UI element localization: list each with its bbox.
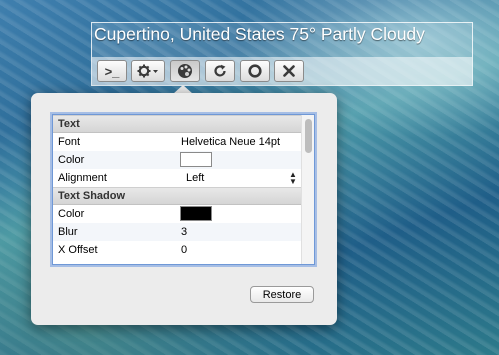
restore-button[interactable]: Restore [250,286,314,303]
terminal-button[interactable]: >_ [97,60,127,82]
section-header-text: Text [53,115,301,133]
close-button[interactable] [274,60,304,82]
geeklet-frame[interactable]: Cupertino, United States 75° Partly Clou… [91,22,473,86]
property-row-shadow-color[interactable]: Color [53,205,301,223]
property-label: Font [58,136,81,148]
x-offset-value[interactable]: 0 [181,244,187,256]
property-label: Alignment [58,172,107,184]
scrollbar-thumb[interactable] [305,119,312,153]
refresh-button[interactable] [205,60,235,82]
appearance-button[interactable] [170,60,200,82]
refresh-icon [213,64,227,78]
close-icon [283,65,295,77]
shadow-color-swatch[interactable] [180,206,212,221]
geeklet-output-text: Cupertino, United States 75° Partly Clou… [94,24,425,44]
property-row-x-offset[interactable]: X Offset 0 [53,241,301,259]
alignment-select[interactable]: Left [186,172,204,184]
settings-button[interactable] [131,60,165,82]
property-inspector[interactable]: Text Font Helvetica Neue 14pt Color Alig… [52,114,315,265]
select-arrows-icon: ▲ ▼ [289,170,297,186]
font-value[interactable]: Helvetica Neue 14pt [181,136,280,148]
property-row-alignment[interactable]: Alignment Left ▲ ▼ [53,169,301,187]
property-label: Color [58,208,85,220]
palette-icon [177,63,193,79]
property-row-font[interactable]: Font Helvetica Neue 14pt [53,133,301,151]
terminal-icon: >_ [104,63,120,79]
gear-icon [137,64,159,78]
text-color-swatch[interactable] [180,152,212,167]
blur-value[interactable]: 3 [181,226,187,238]
property-row-blur[interactable]: Blur 3 [53,223,301,241]
stop-button[interactable] [240,60,270,82]
property-label: Blur [58,226,78,238]
section-header-text-shadow: Text Shadow [53,187,301,205]
appearance-popover: Text Font Helvetica Neue 14pt Color Alig… [31,93,337,325]
property-row-color[interactable]: Color [53,151,301,169]
property-label: X Offset [58,244,98,256]
geeklet-toolbar: >_ [92,57,472,85]
property-label: Color [58,154,85,166]
vertical-scrollbar[interactable] [301,115,314,264]
stop-icon [248,64,262,78]
